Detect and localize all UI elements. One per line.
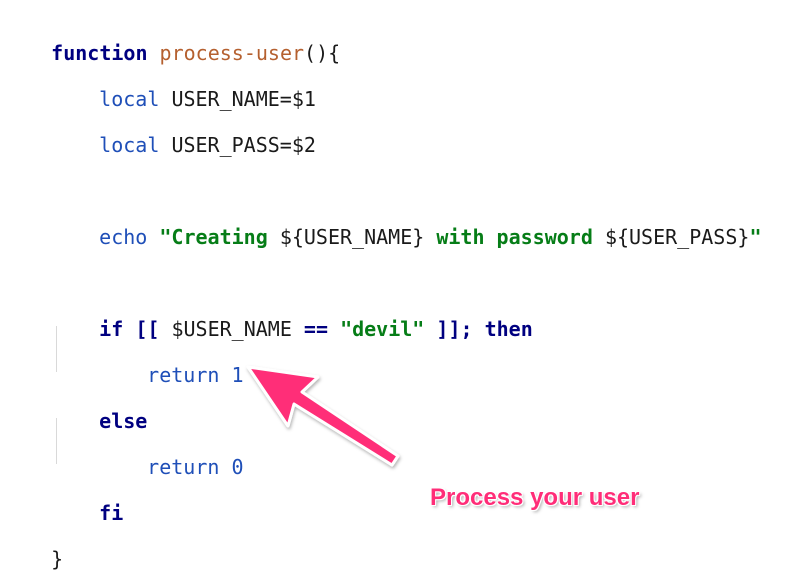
arrow-shape xyxy=(246,365,400,467)
code-editor[interactable]: function process-user(){ local USER_NAME… xyxy=(0,0,792,572)
annotation-arrow-icon xyxy=(246,365,400,467)
annotation-label: Process your user xyxy=(430,484,640,511)
